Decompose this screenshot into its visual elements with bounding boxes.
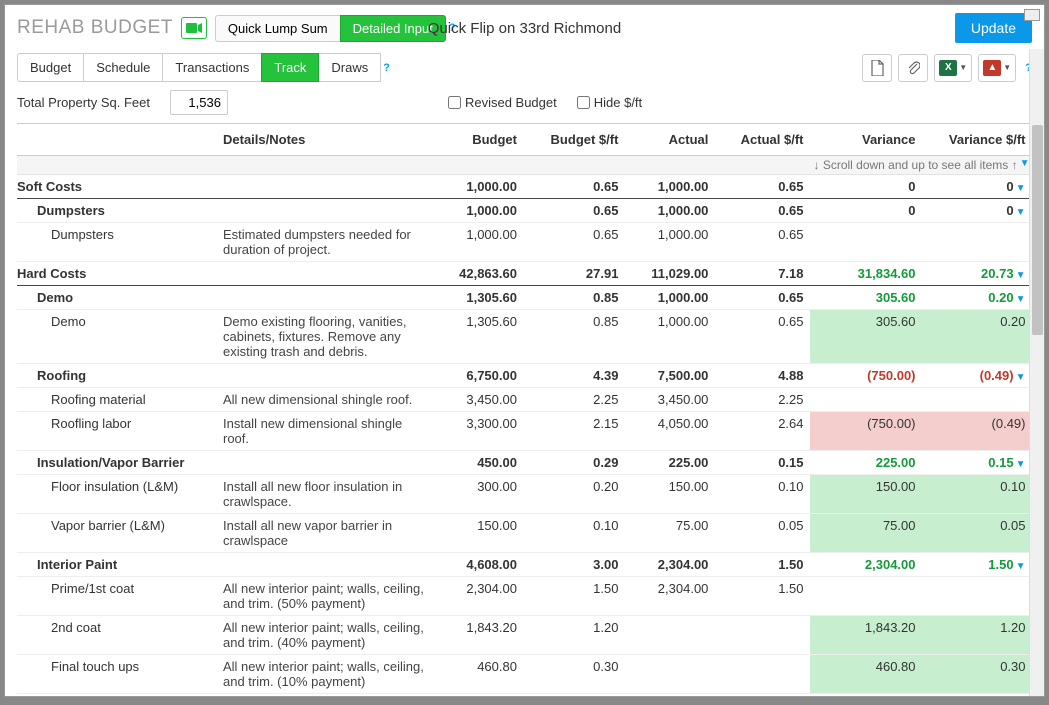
export-pdf-button[interactable]: ▲▼ (978, 54, 1016, 82)
col-details: Details/Notes (217, 124, 433, 156)
excel-icon: X (939, 60, 957, 76)
chevron-down-icon: ▼ (1003, 63, 1011, 72)
tab-transactions[interactable]: Transactions (162, 53, 262, 82)
chevron-down-icon[interactable]: ▼ (1016, 561, 1026, 572)
item-roofing-material: Roofing material All new dimensional shi… (17, 388, 1032, 412)
project-name: Quick Flip on 33rd Richmond (428, 20, 621, 37)
col-actual: Actual (624, 124, 714, 156)
col-budget-sf: Budget $/ft (523, 124, 624, 156)
sqft-input[interactable] (170, 90, 228, 115)
item-second-coat: 2nd coat All new interior paint; walls, … (17, 616, 1032, 655)
hide-sqft-label: Hide $/ft (594, 95, 642, 110)
revised-budget-label: Revised Budget (465, 95, 557, 110)
pdf-icon: ▲ (983, 60, 1001, 76)
chevron-down-icon[interactable]: ▼ (1016, 372, 1026, 383)
chevron-down-icon[interactable]: ▼ (1016, 459, 1026, 470)
category-dumpsters: Dumpsters 1,000.00 0.65 1,000.00 0.65 0 … (17, 199, 1032, 223)
scroll-hint-top: ↓ Scroll down and up to see all items ↑▼ (17, 156, 1032, 175)
maximize-button[interactable] (1024, 9, 1040, 21)
col-variance: Variance (810, 124, 922, 156)
tab-draws[interactable]: Draws (318, 53, 381, 82)
col-budget: Budget (433, 124, 523, 156)
col-actual-sf: Actual $/ft (714, 124, 809, 156)
chevron-down-icon: ▼ (959, 63, 967, 72)
section-hard-costs: Hard Costs 42,863.60 27.91 11,029.00 7.1… (17, 262, 1032, 286)
attachment-icon[interactable] (898, 54, 928, 82)
tab-budget[interactable]: Budget (17, 53, 84, 82)
page-title: REHAB BUDGET (17, 17, 173, 39)
video-icon[interactable] (181, 17, 207, 39)
help-icon[interactable]: ? (383, 62, 390, 74)
hide-sqft-input[interactable] (577, 96, 590, 109)
item-dumpsters: Dumpsters Estimated dumpsters needed for… (17, 223, 1032, 262)
chevron-down-icon[interactable]: ▼ (1016, 294, 1026, 305)
item-final-touchups: Final touch ups All new interior paint; … (17, 655, 1032, 694)
item-prime-first-coat: Prime/1st coat All new interior paint; w… (17, 577, 1032, 616)
chevron-down-icon[interactable]: ▼ (1016, 183, 1026, 194)
category-insulation: Insulation/Vapor Barrier 450.00 0.29 225… (17, 451, 1032, 475)
scrollbar[interactable] (1029, 49, 1044, 696)
item-vapor-barrier: Vapor barrier (L&M) Install all new vapo… (17, 514, 1032, 553)
tab-track[interactable]: Track (261, 53, 319, 82)
item-demo: Demo Demo existing flooring, vanities, c… (17, 310, 1032, 364)
scrollbar-thumb[interactable] (1032, 125, 1043, 335)
quick-lump-sum-button[interactable]: Quick Lump Sum (215, 15, 341, 42)
sqft-label: Total Property Sq. Feet (17, 95, 150, 110)
revised-budget-input[interactable] (448, 96, 461, 109)
export-excel-button[interactable]: X▼ (934, 54, 972, 82)
col-variance-sf: Variance $/ft (922, 124, 1032, 156)
tab-schedule[interactable]: Schedule (83, 53, 163, 82)
budget-table: Details/Notes Budget Budget $/ft Actual … (17, 123, 1032, 697)
chevron-down-icon[interactable]: ▼ (1016, 270, 1026, 281)
hide-sqft-checkbox[interactable]: Hide $/ft (577, 95, 642, 110)
category-demo: Demo 1,305.60 0.85 1,000.00 0.65 305.60 … (17, 286, 1032, 310)
update-button[interactable]: Update (955, 13, 1032, 43)
item-floor-insulation: Floor insulation (L&M) Install all new f… (17, 475, 1032, 514)
category-interior-paint: Interior Paint 4,608.00 3.00 2,304.00 1.… (17, 553, 1032, 577)
section-soft-costs: Soft Costs 1,000.00 0.65 1,000.00 0.65 0… (17, 175, 1032, 199)
chevron-down-icon[interactable]: ▼ (1016, 207, 1026, 218)
chevron-down-icon[interactable]: ▼ (1020, 158, 1030, 169)
category-siding: Siding 3,000.00 1.95 0 0 3,000.00 1.95▼ (17, 694, 1032, 698)
col-name (17, 124, 217, 156)
item-roofing-labor: Roofling labor Install new dimensional s… (17, 412, 1032, 451)
revised-budget-checkbox[interactable]: Revised Budget (448, 95, 557, 110)
document-icon[interactable] (862, 54, 892, 82)
category-roofing: Roofing 6,750.00 4.39 7,500.00 4.88 (750… (17, 364, 1032, 388)
